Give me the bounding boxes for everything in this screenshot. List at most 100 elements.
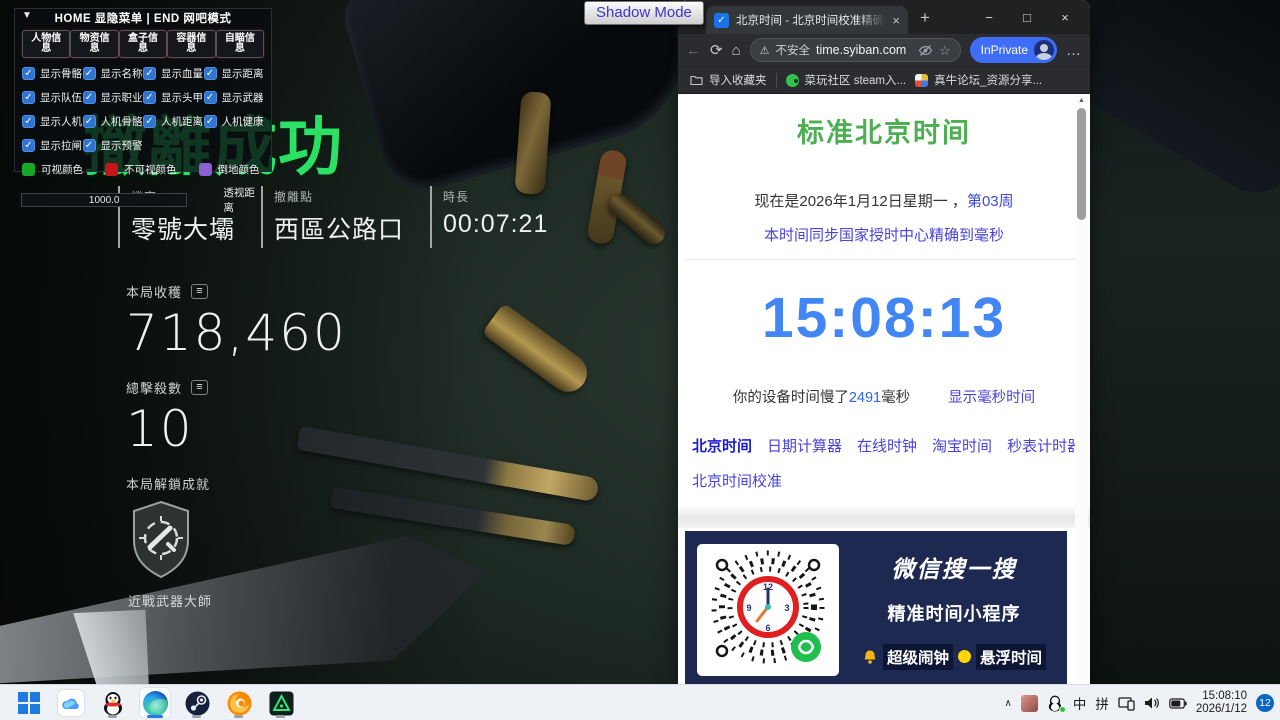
- checkbox-checked-icon[interactable]: ✓: [22, 115, 35, 128]
- checkbox-checked-icon[interactable]: ✓: [22, 139, 35, 152]
- list-icon[interactable]: ≡: [191, 380, 208, 395]
- ime-language-indicator[interactable]: 中: [1073, 693, 1087, 713]
- home-icon[interactable]: ⌂: [732, 43, 741, 58]
- checkbox-checked-icon[interactable]: ✓: [143, 67, 156, 80]
- scrollbar-thumb[interactable]: [1077, 108, 1086, 220]
- tab-aimbot-info[interactable]: 自瞄信息: [216, 30, 264, 58]
- wechat-banner[interactable]: 12 3 6 9 微信搜一搜 精准时间小程序: [685, 531, 1067, 686]
- more-menu-icon[interactable]: …: [1066, 42, 1082, 59]
- checkbox-checked-icon[interactable]: ✓: [143, 91, 156, 104]
- taskbar-steam-app[interactable]: [182, 688, 212, 718]
- tab-player-info[interactable]: 人物信息: [22, 30, 70, 58]
- nav-stopwatch[interactable]: 秒表计时器: [1007, 435, 1082, 456]
- checkbox-checked-icon[interactable]: ✓: [83, 91, 96, 104]
- back-icon[interactable]: ←: [686, 43, 701, 58]
- tab-close-icon[interactable]: ×: [892, 14, 900, 27]
- checkbox-show-armor[interactable]: ✓显示头甲: [143, 90, 204, 105]
- cast-display-icon[interactable]: [1118, 696, 1135, 711]
- checkbox-bot-health[interactable]: ✓人机健康: [204, 114, 265, 129]
- checkbox-show-bots[interactable]: ✓显示人机: [22, 114, 83, 129]
- ime-pinyin-indicator[interactable]: 拼: [1095, 693, 1109, 713]
- show-milliseconds-link[interactable]: 显示毫秒时间: [948, 390, 1035, 406]
- taskbar-cloud-app[interactable]: [56, 688, 86, 718]
- checkbox-show-switch[interactable]: ✓显示拉闸: [22, 138, 83, 153]
- banner-chip-float: 悬浮时间: [976, 644, 1046, 670]
- checkbox-checked-icon[interactable]: ✓: [22, 91, 35, 104]
- nav-date-calculator[interactable]: 日期计算器: [767, 435, 842, 456]
- minimize-button[interactable]: −: [970, 10, 1008, 25]
- tray-date: 2026/1/12: [1196, 703, 1247, 715]
- checkbox-checked-icon[interactable]: ✓: [143, 115, 156, 128]
- menu-color-row: 可视颜色 不可视颜色 倒地颜色: [22, 162, 264, 177]
- checkbox-show-team[interactable]: ✓显示队伍: [22, 90, 83, 105]
- checkbox-bot-bones[interactable]: ✓人机骨骼: [83, 114, 144, 129]
- nav-beijing-time[interactable]: 北京时间: [692, 435, 752, 456]
- start-button[interactable]: [14, 688, 44, 718]
- week-link[interactable]: 第03周: [967, 193, 1014, 210]
- nav-time-calibration[interactable]: 北京时间校准: [692, 473, 782, 490]
- taskbar-edge-app[interactable]: [140, 688, 170, 718]
- checkbox-checked-icon[interactable]: ✓: [204, 67, 217, 80]
- bookmark-favicon-icon: [915, 74, 928, 87]
- nav-taobao-time[interactable]: 淘宝时间: [932, 435, 992, 456]
- visible-color-setting[interactable]: 可视颜色: [22, 162, 83, 177]
- tray-qq-icon[interactable]: [1047, 695, 1064, 712]
- notification-badge[interactable]: 12: [1256, 694, 1274, 712]
- tab-loot-info[interactable]: 物资信息: [70, 30, 118, 58]
- hidden-icons-chevron[interactable]: ∧: [1005, 698, 1012, 709]
- tab-box-info[interactable]: 盒子信息: [119, 30, 167, 58]
- scrollbar[interactable]: ▲: [1075, 96, 1088, 682]
- checkbox-show-weapon[interactable]: ✓显示武器: [204, 90, 265, 105]
- favorite-star-icon[interactable]: ☆: [939, 44, 951, 57]
- visible-color-swatch[interactable]: [22, 163, 35, 176]
- checkbox-checked-icon[interactable]: ✓: [83, 115, 96, 128]
- tab-container-info[interactable]: 容器信息: [167, 30, 215, 58]
- checkbox-checked-icon[interactable]: ✓: [83, 139, 96, 152]
- url-text[interactable]: time.syiban.com: [816, 43, 912, 57]
- maximize-button[interactable]: □: [1008, 10, 1046, 25]
- scroll-up-icon[interactable]: ▲: [1075, 96, 1088, 106]
- checkbox-show-class[interactable]: ✓显示职业: [83, 90, 144, 105]
- profile-avatar[interactable]: [1034, 40, 1054, 60]
- bookmark-import-favorites[interactable]: 导入收藏夹: [690, 72, 767, 88]
- taskbar-green-triangle-app[interactable]: [266, 688, 296, 718]
- perspective-distance-input[interactable]: [21, 193, 187, 207]
- speaker-icon[interactable]: [1144, 696, 1160, 710]
- eye-slash-icon[interactable]: [918, 44, 933, 57]
- checkbox-checked-icon[interactable]: ✓: [204, 91, 217, 104]
- checkbox-checked-icon[interactable]: ✓: [83, 67, 96, 80]
- taskbar-qq-app[interactable]: [98, 688, 128, 718]
- address-bar[interactable]: ⚠ 不安全 time.syiban.com ☆: [750, 38, 961, 62]
- checkbox-bot-distance[interactable]: ✓人机距离: [143, 114, 204, 129]
- browser-tab[interactable]: ✓ 北京时间 - 北京时间校准精确到毫 ×: [706, 6, 908, 34]
- list-icon[interactable]: ≡: [191, 284, 208, 299]
- page-content: 标准北京时间 现在是2026年1月12日星期一 ，第03周 本时间同步国家授时中…: [678, 94, 1090, 686]
- checkbox-show-bones[interactable]: ✓显示骨骼: [22, 66, 83, 81]
- taskbar-clock[interactable]: 15:08:10 2026/1/12: [1196, 690, 1247, 716]
- checkbox-show-name[interactable]: ✓显示名称: [83, 66, 144, 81]
- refresh-icon[interactable]: ⟳: [710, 43, 723, 58]
- checkbox-show-health[interactable]: ✓显示血量: [143, 66, 204, 81]
- nav-online-clock[interactable]: 在线时钟: [857, 435, 917, 456]
- checkbox-show-warning[interactable]: ✓显示预警: [83, 138, 144, 153]
- close-button[interactable]: ×: [1046, 10, 1084, 25]
- collapse-icon[interactable]: ▼: [22, 10, 32, 21]
- checkbox-show-distance[interactable]: ✓显示距离: [204, 66, 265, 81]
- invisible-color-swatch[interactable]: [105, 163, 118, 176]
- match-evac-column: 撤離點 西區公路口: [261, 186, 430, 248]
- invisible-color-setting[interactable]: 不可视颜色: [105, 162, 177, 177]
- taskbar-orange-app[interactable]: [224, 688, 254, 718]
- section-divider: [678, 505, 1090, 528]
- battery-icon[interactable]: [1169, 698, 1187, 709]
- checkbox-checked-icon[interactable]: ✓: [22, 67, 35, 80]
- tray-avatar-icon[interactable]: [1021, 695, 1038, 712]
- sync-source-link[interactable]: 本时间同步国家授时中心精确到毫秒: [764, 224, 1004, 245]
- bookmark-caiwan[interactable]: 菜玩社区 steam入...: [786, 72, 907, 88]
- new-tab-button[interactable]: +: [920, 8, 930, 28]
- shadow-mode-button[interactable]: Shadow Mode: [584, 1, 704, 25]
- downed-color-swatch[interactable]: [199, 163, 212, 176]
- checkbox-checked-icon[interactable]: ✓: [204, 115, 217, 128]
- inprivate-badge[interactable]: InPrivate: [970, 37, 1057, 63]
- bookmark-zhenniu[interactable]: 真牛论坛_资源分享...: [915, 72, 1042, 88]
- downed-color-setting[interactable]: 倒地颜色: [199, 162, 260, 177]
